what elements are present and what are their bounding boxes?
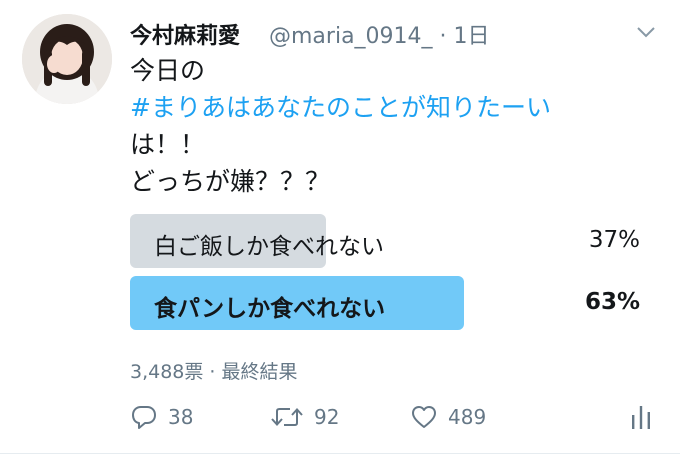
profile-photo [22,14,112,104]
poll-option-percent: 37% [588,227,640,253]
retweet-button[interactable]: 92 [270,400,339,434]
tweet-header: 今村麻莉愛 @maria_0914_ · 1日 [130,14,660,50]
tweet-text: 今日の #まりあはあなたのことが知りたーい は！！ どっちが嫌？？？ [130,52,551,200]
reply-count: 38 [168,405,194,429]
chevron-down-icon[interactable] [636,24,656,38]
poll-option-label: 食パンしか食べれない [154,296,386,322]
poll-option-percent: 63% [584,289,640,315]
action-bar: 38 92 489 [130,400,660,434]
retweet-icon [271,408,303,426]
handle-and-time[interactable]: @maria_0914_ · 1日 [269,18,490,50]
analytics-icon [632,406,650,429]
retweet-count: 92 [314,405,340,429]
avatar[interactable] [22,14,112,104]
hashtag-link[interactable]: #まりあはあなたのことが知りたーい [130,89,551,126]
reply-button[interactable]: 38 [130,400,193,434]
analytics-button[interactable] [630,400,662,434]
tweet-line: は！！ [130,130,206,159]
heart-icon [412,406,436,428]
poll-option-2: 食パンしか食べれない 63% [130,276,644,330]
poll-option-1: 白ご飯しか食べれない 37% [130,214,644,268]
tweet-line: 今日の [130,56,206,85]
like-button[interactable]: 489 [410,400,486,434]
poll-summary: 3,488票 · 最終結果 [130,361,298,383]
poll-option-label: 白ご飯しか食べれない [154,234,384,260]
like-count: 489 [448,405,487,429]
display-name[interactable]: 今村麻莉愛 [130,18,240,50]
tweet-line: どっちが嫌？？？ [130,167,331,196]
reply-icon [132,406,156,429]
